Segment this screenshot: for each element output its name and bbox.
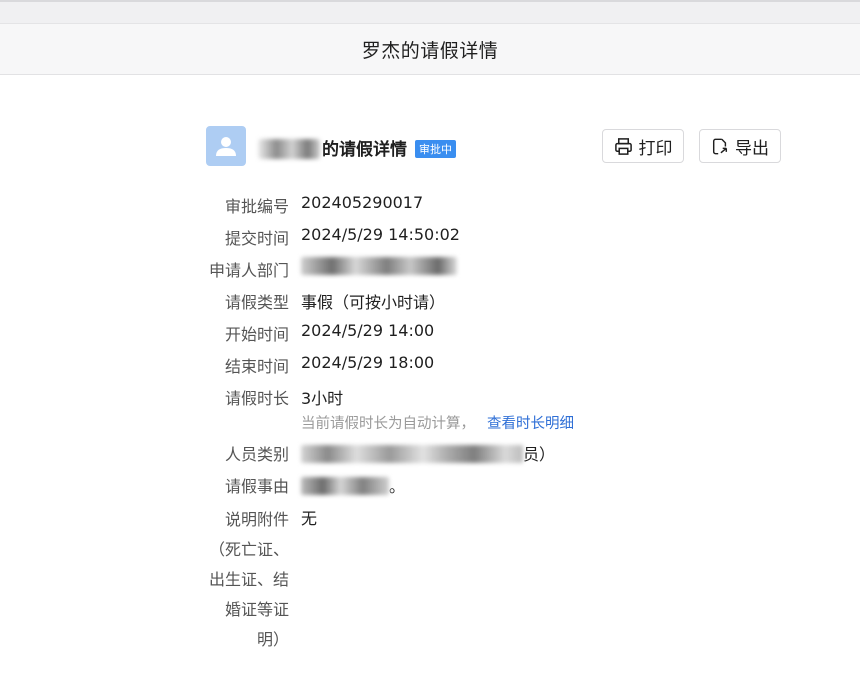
browser-top-strip [0, 0, 860, 24]
avatar [206, 126, 246, 166]
print-label: 打印 [638, 138, 673, 159]
attachment-label-line: 说明附件 [224, 510, 289, 529]
field-label: 提交时间 [224, 229, 289, 248]
field-approval-no: 审批编号 202405290017 [200, 188, 800, 220]
document-title: 的请假详情 审批中 [258, 135, 456, 160]
redacted-name [258, 139, 320, 159]
field-label: 请假类型 [224, 293, 289, 312]
field-attachment: 说明附件 （死亡证、 出生证、结 婚证等证 明） 无 [200, 500, 800, 650]
document-title-text: 的请假详情 [322, 140, 407, 160]
field-label: 开始时间 [224, 325, 289, 344]
field-label: 结束时间 [224, 357, 289, 376]
duration-hint-text: 当前请假时长为自动计算， [301, 416, 475, 432]
title-bar: 罗杰的请假详情 [0, 24, 860, 75]
field-label: 审批编号 [224, 197, 289, 216]
detail-fields: 审批编号 202405290017 提交时间 2024/5/29 14:50:0… [200, 188, 800, 650]
field-start-time: 开始时间 2024/5/29 14:00 [200, 316, 800, 348]
field-value: 事假（可按小时请） [301, 293, 446, 312]
field-reason: 请假事由 。 [200, 468, 800, 500]
user-icon [216, 137, 236, 156]
field-value: 202405290017 [301, 193, 424, 212]
field-submit-time: 提交时间 2024/5/29 14:50:02 [200, 220, 800, 252]
export-label: 导出 [735, 138, 769, 159]
field-value: 无 [301, 509, 318, 528]
field-staff-type: 人员类别 员） [200, 436, 800, 468]
field-leave-type: 请假类型 事假（可按小时请） [200, 284, 800, 316]
field-label: 人员类别 [224, 445, 289, 464]
field-department: 申请人部门 [200, 252, 800, 284]
status-badge: 审批中 [415, 140, 456, 158]
field-value: 3小时 [301, 389, 344, 408]
detail-header: 的请假详情 审批中 打印 导出 [206, 126, 782, 166]
field-end-time: 结束时间 2024/5/29 18:00 [200, 348, 800, 380]
field-duration: 请假时长 3小时 [200, 380, 800, 412]
redacted-value [301, 257, 457, 276]
field-value: 2024/5/29 18:00 [301, 353, 435, 372]
attachment-label-line: 婚证等证 [224, 600, 289, 619]
duration-hint: 当前请假时长为自动计算， 查看时长明细 [301, 412, 574, 433]
field-label: 申请人部门 [208, 261, 289, 280]
field-label: 请假事由 [224, 477, 289, 496]
field-label: 说明附件 （死亡证、 出生证、结 婚证等证 明） [200, 505, 289, 655]
field-label: 请假时长 [224, 389, 289, 408]
attachment-label-line: （死亡证、 [208, 540, 289, 559]
field-value: 2024/5/29 14:00 [301, 321, 435, 340]
field-value-tail: 员） [523, 445, 556, 464]
duration-hint-row: 当前请假时长为自动计算， 查看时长明细 [200, 412, 800, 436]
attachment-label-line: 明） [256, 630, 289, 649]
view-duration-detail-link[interactable]: 查看时长明细 [487, 416, 574, 432]
printer-icon [614, 137, 632, 155]
redacted-value: 。 [301, 473, 405, 497]
export-button[interactable]: 导出 [699, 129, 781, 163]
attachment-label-line: 出生证、结 [208, 570, 289, 589]
window-title: 罗杰的请假详情 [361, 39, 499, 62]
print-button[interactable]: 打印 [602, 129, 684, 163]
redacted-value: 员） [301, 441, 555, 465]
export-icon [712, 138, 728, 154]
field-value-tail: 。 [389, 477, 406, 496]
field-value: 2024/5/29 14:50:02 [301, 225, 460, 244]
